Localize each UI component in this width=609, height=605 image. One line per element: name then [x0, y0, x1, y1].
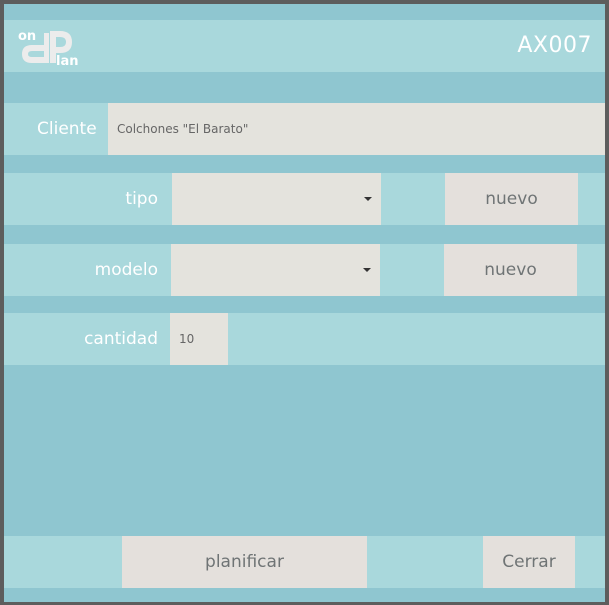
- svg-text:lan: lan: [56, 54, 78, 67]
- header-bar: on lan AX007: [4, 20, 605, 72]
- app-window: on lan AX007 Cliente Colchones "El Barat…: [4, 4, 605, 602]
- modelo-new-button[interactable]: nuevo: [444, 244, 577, 296]
- cantidad-row: cantidad 10: [4, 313, 605, 365]
- svg-text:on: on: [18, 29, 36, 44]
- planificar-button[interactable]: planificar: [122, 536, 367, 588]
- cantidad-input[interactable]: 10: [170, 313, 228, 365]
- modelo-select[interactable]: [171, 244, 380, 296]
- cliente-row: Cliente Colchones "El Barato": [4, 103, 605, 155]
- modelo-label: modelo: [94, 260, 158, 280]
- tipo-row: tipo nuevo: [4, 173, 605, 225]
- actions-row: planificar Cerrar: [4, 536, 605, 588]
- modelo-row: modelo nuevo: [4, 244, 605, 296]
- record-id: AX007: [517, 33, 592, 58]
- tipo-new-button[interactable]: nuevo: [445, 173, 578, 225]
- tipo-label: tipo: [125, 189, 158, 209]
- dropdown-arrow-icon: [364, 197, 372, 201]
- cliente-input[interactable]: Colchones "El Barato": [108, 103, 605, 155]
- cerrar-button[interactable]: Cerrar: [483, 536, 575, 588]
- cliente-label: Cliente: [37, 119, 97, 139]
- tipo-select[interactable]: [172, 173, 381, 225]
- dropdown-arrow-icon: [363, 268, 371, 272]
- onplan-logo: on lan: [16, 27, 80, 67]
- cantidad-label: cantidad: [84, 329, 158, 349]
